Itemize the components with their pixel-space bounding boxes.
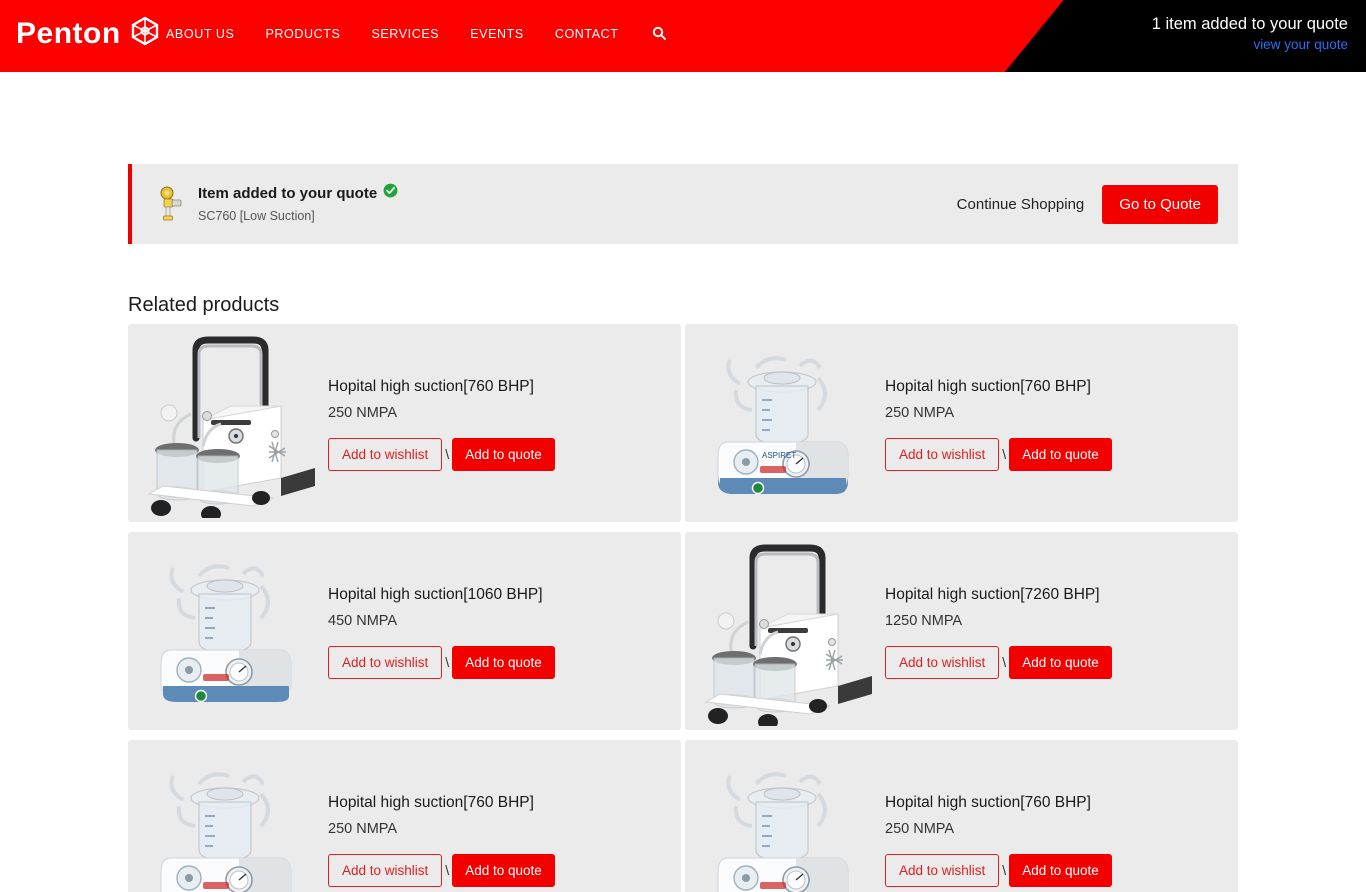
product-image-trolley-suction-unit xyxy=(128,325,328,521)
add-to-wishlist-button[interactable]: Add to wishlist xyxy=(328,853,443,887)
product-spec: 1250 NMPA xyxy=(885,612,963,629)
view-your-quote-link[interactable]: view your quote xyxy=(1152,35,1348,55)
product-spec: 450 NMPA xyxy=(328,612,398,629)
product-image-trolley-suction-unit xyxy=(685,533,885,729)
product-card-760-bhp-trolley[interactable]: Hopital high suction[760 BHP] 250 NMPA A… xyxy=(128,324,681,522)
product-title: Hopital high suction[1060 BHP] xyxy=(328,585,543,603)
product-image-portable-aspirator xyxy=(685,741,885,892)
product-title: Hopital high suction[760 BHP] xyxy=(328,377,534,395)
product-actions: Add to wishlist \ Add to quote xyxy=(328,437,667,471)
continue-shopping-link[interactable]: Continue Shopping xyxy=(957,196,1085,213)
site-header: Penton ABOUT US PRODUCTS SERVICES EVENTS… xyxy=(0,0,1366,72)
nav-about-us[interactable]: ABOUT US xyxy=(166,27,265,41)
product-spec: 250 NMPA xyxy=(328,820,398,837)
product-title: Hopital high suction[7260 BHP] xyxy=(885,585,1100,603)
main-navigation: ABOUT US PRODUCTS SERVICES EVENTS CONTAC… xyxy=(166,26,667,41)
product-info: Hopital high suction[7260 BHP] 1250 NMPA… xyxy=(885,584,1238,679)
product-actions: Add to wishlist \ Add to quote xyxy=(328,853,667,887)
add-to-wishlist-button[interactable]: Add to wishlist xyxy=(885,645,1000,679)
product-actions: Add to wishlist \ Add to quote xyxy=(885,645,1224,679)
product-card-1060-bhp[interactable]: Hopital high suction[1060 BHP] 450 NMPA … xyxy=(128,532,681,730)
quote-added-notice: Item added to your quote SC760 [Low Suct… xyxy=(128,164,1238,244)
button-separator: \ xyxy=(445,446,450,462)
notice-text-group: Item added to your quote SC760 [Low Suct… xyxy=(198,183,957,225)
product-info: Hopital high suction[760 BHP] 250 NMPA A… xyxy=(885,792,1238,887)
cube-logo-icon xyxy=(130,16,160,51)
product-card-760-bhp-portable-3[interactable]: Hopital high suction[760 BHP] 250 NMPA A… xyxy=(685,740,1238,892)
product-thumbnail-icon xyxy=(154,184,188,224)
add-to-wishlist-button[interactable]: Add to wishlist xyxy=(328,437,443,471)
product-title: Hopital high suction[760 BHP] xyxy=(885,377,1091,395)
button-separator: \ xyxy=(1002,654,1007,670)
quote-status-text: 1 item added to your quote xyxy=(1151,15,1348,33)
product-info: Hopital high suction[760 BHP] 250 NMPA A… xyxy=(328,376,681,471)
brand-name: Penton xyxy=(16,16,121,50)
go-to-quote-button[interactable]: Go to Quote xyxy=(1102,184,1218,224)
search-icon[interactable] xyxy=(650,26,667,41)
product-info: Hopital high suction[760 BHP] 250 NMPA A… xyxy=(328,792,681,887)
product-title: Hopital high suction[760 BHP] xyxy=(885,793,1091,811)
related-products-grid: Hopital high suction[760 BHP] 250 NMPA A… xyxy=(128,324,1238,892)
nav-contact[interactable]: CONTACT xyxy=(555,27,650,41)
product-actions: Add to wishlist \ Add to quote xyxy=(885,437,1224,471)
product-image-portable-aspirator xyxy=(128,741,328,892)
add-to-quote-button[interactable]: Add to quote xyxy=(452,437,555,471)
notice-title: Item added to your quote xyxy=(198,184,378,202)
product-card-7260-bhp[interactable]: Hopital high suction[7260 BHP] 1250 NMPA… xyxy=(685,532,1238,730)
product-image-portable-aspirator xyxy=(128,533,328,729)
nav-events[interactable]: EVENTS xyxy=(470,27,555,41)
notice-subtitle: SC760 [Low Suction] xyxy=(198,209,315,223)
related-products-heading: Related products xyxy=(128,294,280,316)
product-actions: Add to wishlist \ Add to quote xyxy=(328,645,667,679)
button-separator: \ xyxy=(445,654,450,670)
button-separator: \ xyxy=(1002,862,1007,878)
notice-actions: Continue Shopping Go to Quote xyxy=(957,184,1218,224)
add-to-wishlist-button[interactable]: Add to wishlist xyxy=(885,853,1000,887)
product-spec: 250 NMPA xyxy=(328,404,398,421)
button-separator: \ xyxy=(1002,446,1007,462)
notice-title-row: Item added to your quote xyxy=(198,183,957,204)
add-to-quote-button[interactable]: Add to quote xyxy=(1009,645,1112,679)
check-circle-icon xyxy=(383,183,398,204)
add-to-quote-button[interactable]: Add to quote xyxy=(1009,437,1112,471)
add-to-quote-button[interactable]: Add to quote xyxy=(452,645,555,679)
nav-services[interactable]: SERVICES xyxy=(371,27,470,41)
product-card-760-bhp-portable[interactable]: ASPIRET Hopital high suction[760 BHP] 25… xyxy=(685,324,1238,522)
product-spec: 250 NMPA xyxy=(885,820,955,837)
svg-text:ASPIRET: ASPIRET xyxy=(762,451,796,460)
product-card-760-bhp-portable-2[interactable]: Hopital high suction[760 BHP] 250 NMPA A… xyxy=(128,740,681,892)
product-title: Hopital high suction[760 BHP] xyxy=(328,793,534,811)
product-spec: 250 NMPA xyxy=(885,404,955,421)
button-separator: \ xyxy=(445,862,450,878)
quote-status: 1 item added to your quote view your quo… xyxy=(1152,13,1348,55)
add-to-wishlist-button[interactable]: Add to wishlist xyxy=(885,437,1000,471)
product-info: Hopital high suction[760 BHP] 250 NMPA A… xyxy=(885,376,1238,471)
nav-products[interactable]: PRODUCTS xyxy=(265,27,371,41)
product-image-portable-aspirator: ASPIRET xyxy=(685,325,885,521)
add-to-quote-button[interactable]: Add to quote xyxy=(1009,853,1112,887)
add-to-quote-button[interactable]: Add to quote xyxy=(452,853,555,887)
add-to-wishlist-button[interactable]: Add to wishlist xyxy=(328,645,443,679)
product-actions: Add to wishlist \ Add to quote xyxy=(885,853,1224,887)
product-info: Hopital high suction[1060 BHP] 450 NMPA … xyxy=(328,584,681,679)
brand-logo-link[interactable]: Penton xyxy=(16,16,160,51)
